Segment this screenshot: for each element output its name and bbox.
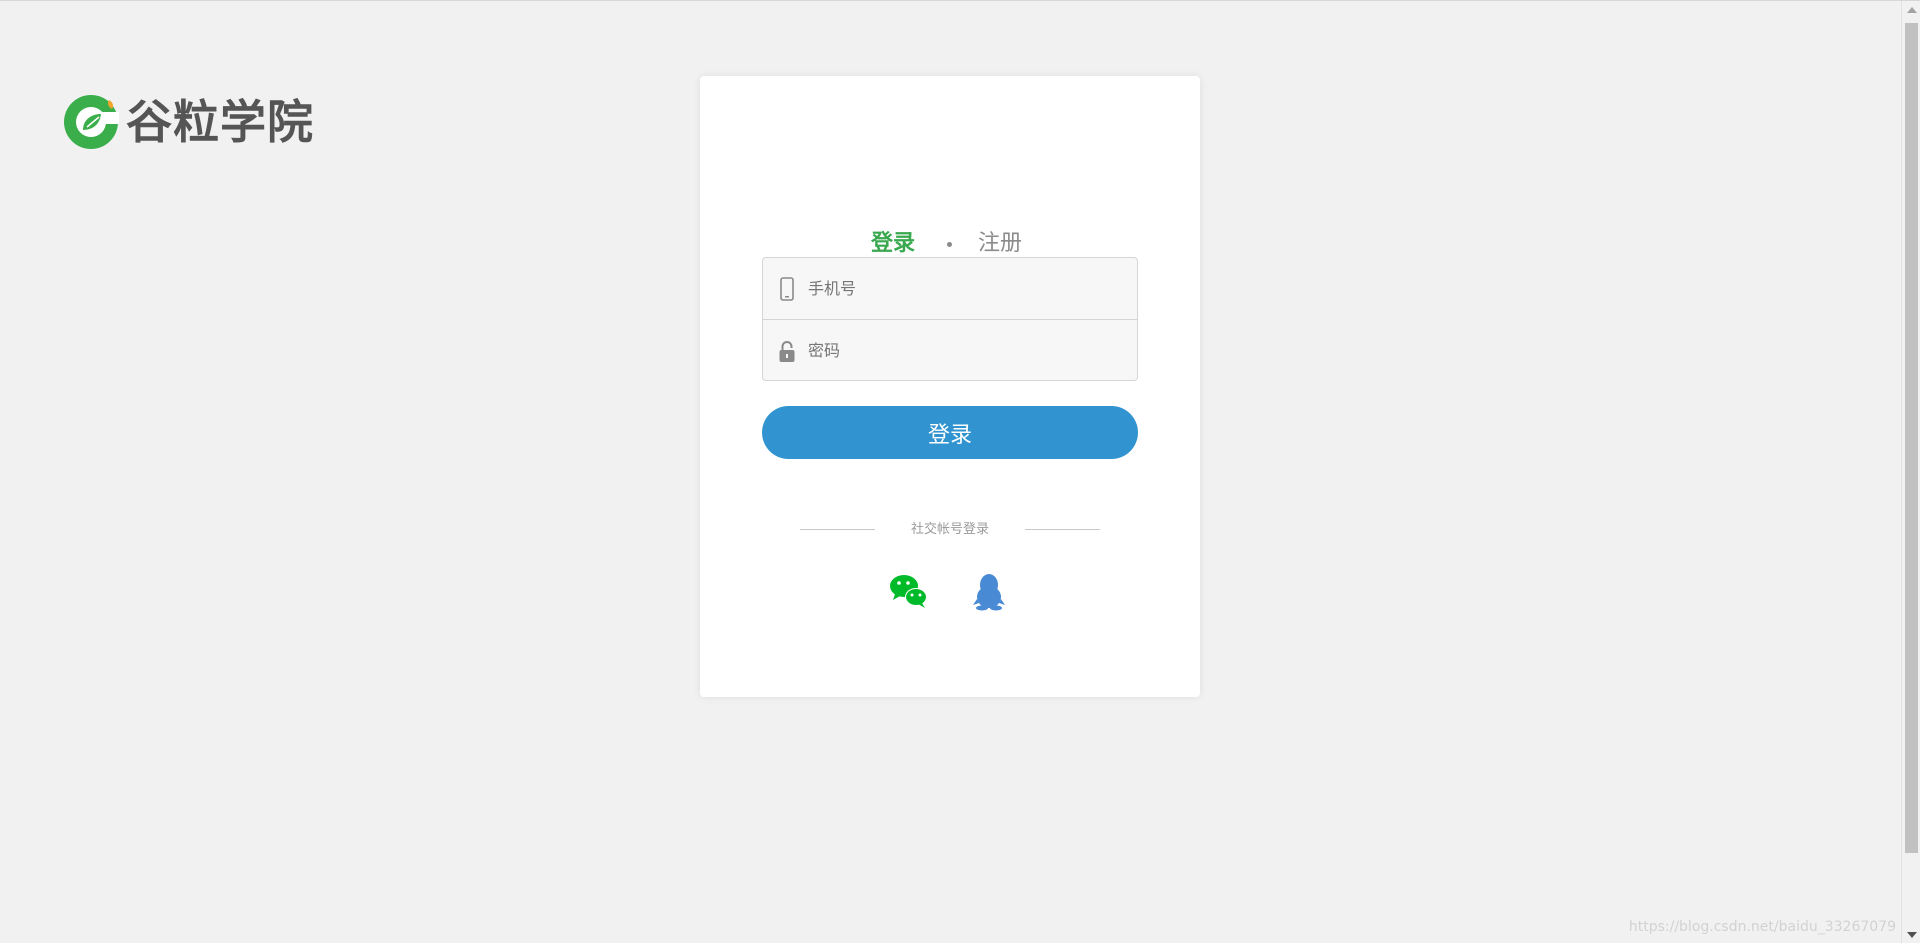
password-row xyxy=(763,320,1137,380)
tab-separator-dot xyxy=(947,242,952,247)
qq-icon[interactable] xyxy=(972,573,1006,611)
mobile-phone-icon xyxy=(778,276,796,301)
guli-logo-icon xyxy=(64,95,119,149)
scroll-down-arrow-icon[interactable] xyxy=(1907,932,1917,938)
social-login-divider: 社交帐号登录 xyxy=(700,518,1200,542)
divider-line-right xyxy=(1025,529,1100,530)
lock-icon xyxy=(778,339,796,363)
social-login-title: 社交帐号登录 xyxy=(910,522,989,537)
wechat-icon[interactable] xyxy=(889,573,929,611)
login-card: 登录 注册 手机号 登录 社交帐号登录 xyxy=(700,76,1200,697)
scrollbar-thumb[interactable] xyxy=(1905,23,1918,853)
watermark: https://blog.csdn.net/baidu_33267079 xyxy=(1628,919,1896,935)
phone-input[interactable] xyxy=(808,258,1137,319)
logo[interactable]: 谷粒学院 xyxy=(63,91,314,153)
logo-text: 谷粒学院 xyxy=(126,95,314,149)
login-button[interactable]: 登录 xyxy=(762,406,1138,459)
password-input[interactable] xyxy=(808,320,1137,380)
scroll-up-arrow-icon[interactable] xyxy=(1907,7,1917,13)
login-form xyxy=(762,257,1138,381)
phone-row xyxy=(763,258,1137,320)
social-login-icons xyxy=(700,573,1200,613)
vertical-scrollbar[interactable] xyxy=(1901,1,1920,943)
page: 谷粒学院 登录 注册 手机号 登录 社交帐号登录 https://blog.cs… xyxy=(0,0,1920,943)
